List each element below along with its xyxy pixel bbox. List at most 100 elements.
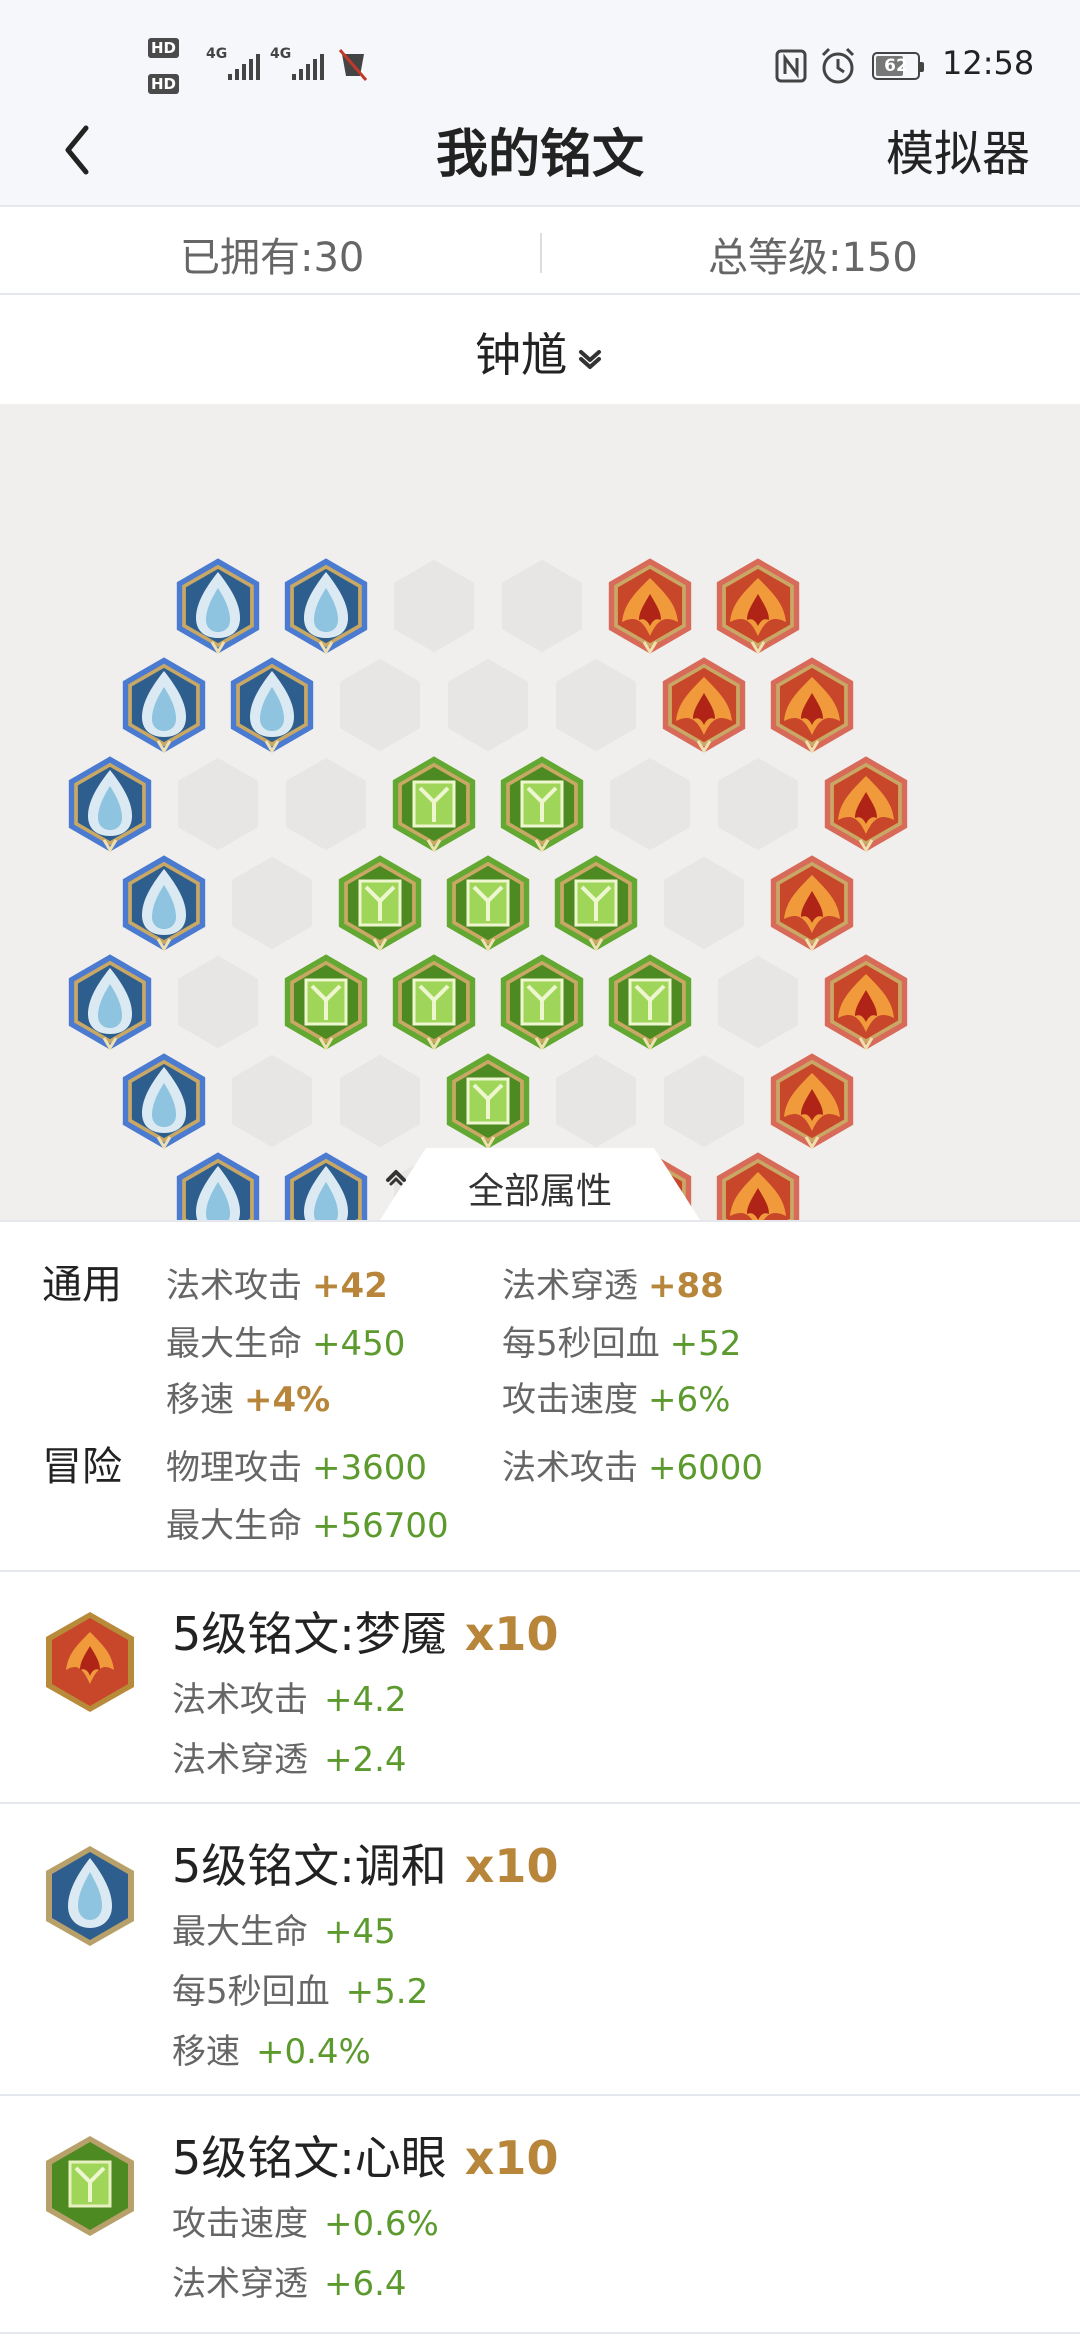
green-inscription-slot[interactable]: [284, 954, 368, 1051]
stat-value: +42: [312, 1266, 388, 1306]
inscription-name: 5级铭文:梦魇: [172, 1607, 447, 1661]
empty-slot[interactable]: [178, 757, 258, 851]
hero-selector[interactable]: 钟馗: [0, 297, 1080, 404]
green-inscription-slot[interactable]: [446, 1053, 530, 1150]
blue-inscription-icon: [46, 1846, 134, 1946]
stat-name: 移速: [172, 2032, 240, 2072]
simulator-button[interactable]: 模拟器: [886, 114, 1030, 184]
general-stat: 法术攻击 +42: [166, 1258, 388, 1307]
chevron-down-icon: [579, 349, 601, 369]
stat-name: 法术穿透: [502, 1266, 638, 1306]
stat-value: +4.2: [324, 1680, 407, 1720]
hero-dropdown[interactable]: 钟馗: [0, 319, 1080, 385]
empty-slot[interactable]: [718, 757, 798, 851]
all-attributes-tab[interactable]: 全部属性: [380, 1148, 700, 1220]
green-inscription-slot[interactable]: [608, 954, 692, 1051]
stat-name: 法术穿透: [172, 1740, 308, 1780]
red-inscription-slot[interactable]: [608, 558, 692, 655]
inscription-row-harmony[interactable]: 5级铭文:调和 x10 最大生命 +45 每5秒回血 +5.2 移速 +0.4%: [0, 1806, 1080, 2096]
red-inscription-slot[interactable]: [770, 657, 854, 754]
red-inscription-slot[interactable]: [716, 1152, 800, 1220]
blue-inscription-slot[interactable]: [284, 558, 368, 655]
empty-slot[interactable]: [556, 1054, 636, 1148]
owned-count: 已拥有:30: [180, 235, 365, 281]
inscription-stat: 法术穿透 +6.4: [172, 2256, 407, 2305]
stat-value: +6.4: [324, 2264, 407, 2304]
green-inscription-slot[interactable]: [338, 855, 422, 952]
inscription-stat: 每5秒回血 +5.2: [172, 1964, 428, 2013]
empty-slot[interactable]: [556, 658, 636, 752]
blue-inscription-slot[interactable]: [68, 954, 152, 1051]
stat-name: 每5秒回血: [172, 1972, 330, 2012]
stat-value: +56700: [312, 1506, 449, 1546]
general-stat: 攻击速度 +6%: [502, 1372, 730, 1421]
stat-name: 攻击速度: [502, 1380, 638, 1420]
empty-slot[interactable]: [340, 1054, 420, 1148]
top-bar: HD HD 4G 4G 62 12:58 我的铭文 模拟器: [0, 0, 1080, 207]
green-inscription-slot[interactable]: [554, 855, 638, 952]
empty-slot[interactable]: [502, 559, 582, 653]
stat-name: 移速: [166, 1380, 234, 1420]
empty-slot[interactable]: [610, 757, 690, 851]
stat-name: 法术攻击: [166, 1266, 302, 1306]
inscription-count: x10: [464, 1839, 559, 1893]
hero-name: 钟馗: [475, 328, 567, 382]
blue-inscription-slot[interactable]: [122, 855, 206, 952]
inscription-row-mind-eye[interactable]: 5级铭文:心眼 x10 攻击速度 +0.6% 法术穿透 +6.4: [0, 2098, 1080, 2334]
green-inscription-icon: [46, 2136, 134, 2236]
empty-slot[interactable]: [286, 757, 366, 851]
stat-name: 法术攻击: [502, 1448, 638, 1488]
stat-name: 最大生命: [172, 1912, 308, 1952]
inscription-row-nightmare[interactable]: 5级铭文:梦魇 x10 法术攻击 +4.2 法术穿透 +2.4: [0, 1574, 1080, 1804]
stat-value: +450: [312, 1324, 406, 1364]
green-inscription-slot[interactable]: [392, 954, 476, 1051]
empty-slot[interactable]: [664, 856, 744, 950]
red-inscription-slot[interactable]: [770, 1053, 854, 1150]
stat-value: +6%: [648, 1380, 731, 1420]
inscription-stat: 攻击速度 +0.6%: [172, 2196, 439, 2245]
stat-value: +45: [324, 1912, 396, 1952]
summary-divider: [540, 233, 542, 273]
chevron-up-icon: [386, 1170, 406, 1186]
empty-slot[interactable]: [178, 955, 258, 1049]
stat-value: +2.4: [324, 1740, 407, 1780]
inscription-name: 5级铭文:调和: [172, 1839, 447, 1893]
battery-icon: 62: [872, 52, 924, 80]
empty-slot[interactable]: [394, 559, 474, 653]
red-inscription-slot[interactable]: [824, 954, 908, 1051]
empty-slot[interactable]: [232, 1054, 312, 1148]
red-inscription-slot[interactable]: [770, 855, 854, 952]
blue-inscription-slot[interactable]: [122, 1053, 206, 1150]
green-inscription-slot[interactable]: [500, 756, 584, 853]
all-attributes-label: 全部属性: [467, 1171, 612, 1212]
blue-inscription-slot[interactable]: [284, 1152, 368, 1220]
red-inscription-slot[interactable]: [662, 657, 746, 754]
empty-slot[interactable]: [448, 658, 528, 752]
green-inscription-slot[interactable]: [392, 756, 476, 853]
blue-inscription-slot[interactable]: [176, 558, 260, 655]
empty-slot[interactable]: [718, 955, 798, 1049]
red-inscription-slot[interactable]: [716, 558, 800, 655]
empty-slot[interactable]: [664, 1054, 744, 1148]
empty-slot[interactable]: [232, 856, 312, 950]
inscription-title: 5级铭文:调和 x10: [172, 1830, 558, 1896]
stat-value: +0.6%: [324, 2204, 439, 2244]
stat-value: +5.2: [345, 1972, 429, 2012]
empty-slot[interactable]: [340, 658, 420, 752]
blue-inscription-slot[interactable]: [176, 1152, 260, 1220]
stat-value: +88: [648, 1266, 724, 1306]
blue-inscription-slot[interactable]: [122, 657, 206, 754]
stat-value: +3600: [312, 1448, 428, 1488]
stat-name: 物理攻击: [166, 1448, 302, 1488]
general-stat: 最大生命 +450: [166, 1316, 405, 1365]
inscription-title: 5级铭文:心眼 x10: [172, 2122, 558, 2188]
blue-inscription-slot[interactable]: [68, 756, 152, 853]
stat-name: 每5秒回血: [502, 1324, 660, 1364]
stat-name: 法术攻击: [172, 1680, 308, 1720]
green-inscription-slot[interactable]: [500, 954, 584, 1051]
red-inscription-slot[interactable]: [824, 756, 908, 853]
green-inscription-slot[interactable]: [446, 855, 530, 952]
network-type-2: 4G: [270, 46, 292, 62]
adventure-stat: 物理攻击 +3600: [166, 1440, 427, 1489]
blue-inscription-slot[interactable]: [230, 657, 314, 754]
